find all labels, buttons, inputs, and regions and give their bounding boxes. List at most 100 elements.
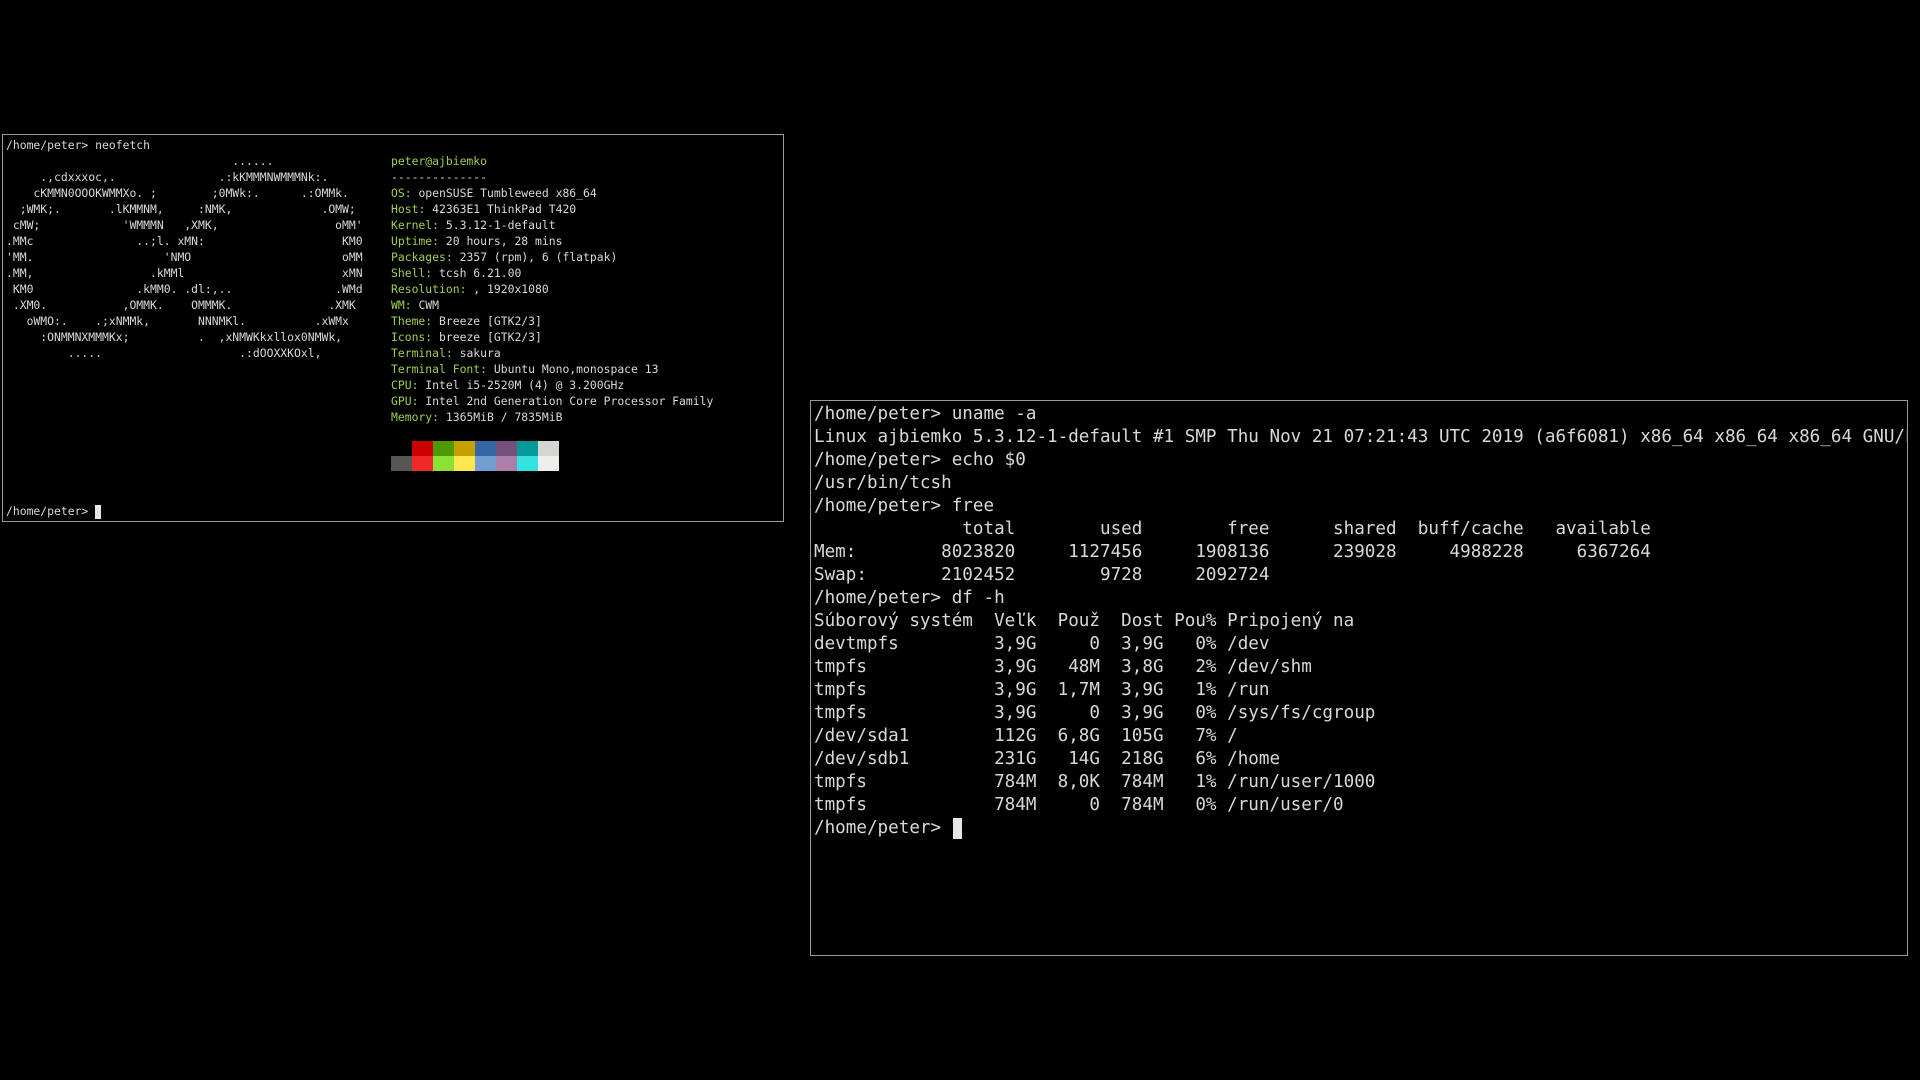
color-swatch	[433, 441, 454, 456]
info-key: Theme	[391, 314, 426, 328]
info-value: sakura	[459, 346, 501, 360]
logo-line: .MMc ..;l. xMN: KM0	[6, 234, 363, 248]
color-swatch	[391, 456, 412, 471]
info-value: Intel 2nd Generation Core Processor Fami…	[425, 394, 714, 408]
logo-line: 'MM. 'NMO oMM	[6, 250, 363, 264]
shell-terminal-window[interactable]: /home/peter> uname -a Linux ajbiemko 5.3.…	[810, 400, 1908, 956]
info-colon: :	[425, 330, 440, 344]
shell-final-prompt[interactable]: /home/peter>	[814, 817, 962, 840]
color-swatch	[517, 456, 538, 471]
info-row: CPU: Intel i5-2520M (4) @ 3.200GHz	[391, 377, 624, 393]
logo-line: :ONMMNXMMMKx; . ,xNMWKkxllox0NMWk,	[6, 330, 343, 344]
shell-line: /home/peter> uname -a	[814, 404, 1037, 424]
info-key: Shell	[391, 266, 426, 280]
info-key: Uptime	[391, 234, 433, 248]
info-row: Host: 42363E1 ThinkPad T420	[391, 201, 576, 217]
shell-line: /dev/sdb1 231G 14G 218G 6% /home	[814, 749, 1281, 769]
color-swatch	[538, 441, 559, 456]
color-swatch	[517, 441, 538, 456]
shell-line: tmpfs 784M 8,0K 784M 1% /run/user/1000	[814, 772, 1376, 792]
logo-line: ;WMK;. .lKMMNM, :NMK, .OMW;	[6, 202, 356, 216]
info-value: openSUSE Tumbleweed x86_64	[418, 186, 597, 200]
info-key: Memory	[391, 410, 433, 424]
info-value: , 1920x1080	[473, 282, 549, 296]
info-value: tcsh 6.21.00	[439, 266, 522, 280]
shell-line: /home/peter> echo $0	[814, 450, 1026, 470]
shell-line: /home/peter> free	[814, 496, 995, 516]
logo-line: .MM, .kMMl xMN	[6, 266, 363, 280]
shell-line: tmpfs 784M 0 784M 0% /run/user/0	[814, 795, 1344, 815]
info-key: OS	[391, 186, 405, 200]
color-swatch	[433, 456, 454, 471]
shell-line: tmpfs 3,9G 0 3,9G 0% /sys/fs/cgroup	[814, 703, 1376, 723]
info-row: Packages: 2357 (rpm), 6 (flatpak)	[391, 249, 617, 265]
info-row: Theme: Breeze [GTK2/3]	[391, 313, 542, 329]
info-key: Host	[391, 202, 419, 216]
info-colon: :	[411, 394, 426, 408]
logo-line: oWMO:. .;xNMMk, NNNMKl. .xWMx	[6, 314, 349, 328]
neofetch-command-line: /home/peter> neofetch	[6, 138, 151, 152]
shell-line: Súborový systém Veľk Použ Dost Pou% Prip…	[814, 611, 1355, 631]
info-key: CPU	[391, 378, 412, 392]
info-value: 2357 (rpm), 6 (flatpak)	[459, 250, 618, 264]
info-colon: :	[445, 250, 460, 264]
shell-line: /usr/bin/tcsh	[814, 473, 952, 493]
neofetch-terminal-window[interactable]: /home/peter> neofetch ...... .,cdxxxoc,.…	[2, 134, 784, 522]
info-row: Shell: tcsh 6.21.00	[391, 265, 521, 281]
info-colon: :	[404, 186, 419, 200]
info-key: Resolution	[391, 282, 460, 296]
color-palette	[391, 441, 559, 471]
color-swatch	[454, 456, 475, 471]
info-value: Ubuntu Mono,monospace 13	[493, 362, 659, 376]
info-colon: :	[432, 218, 446, 232]
shell-line: Swap: 2102452 9728 2092724	[814, 565, 1270, 585]
info-key: Terminal Font	[391, 362, 481, 376]
color-swatch	[475, 441, 496, 456]
info-row: Terminal: sakura	[391, 345, 501, 361]
color-swatch	[538, 456, 559, 471]
info-value: 1365MiB / 7835MiB	[445, 410, 563, 424]
info-value: 42363E1 ThinkPad T420	[432, 202, 577, 216]
logo-line: cKMMN0OOOKWMMXo. ; ;0MWk:. .:OMMk.	[6, 186, 349, 200]
info-colon: :	[411, 378, 426, 392]
logo-line: .XM0. ,OMMK. OMMMK. .XMK	[6, 298, 356, 312]
info-colon: :	[418, 202, 433, 216]
shell-line: total used free shared buff/cache availa…	[814, 519, 1651, 539]
info-row: Kernel: 5.3.12-1-default	[391, 217, 556, 233]
color-swatch	[496, 456, 517, 471]
info-colon: :	[445, 346, 460, 360]
shell-line: /dev/sda1 112G 6,8G 105G 7% /	[814, 726, 1238, 746]
cursor-block	[952, 817, 962, 839]
color-swatch	[496, 441, 517, 456]
info-colon: :	[480, 362, 494, 376]
shell-line: Linux ajbiemko 5.3.12-1-default #1 SMP T…	[814, 427, 1908, 447]
color-swatch	[391, 441, 412, 456]
info-colon: :	[432, 234, 446, 248]
shell-line: Mem: 8023820 1127456 1908136 239028 4988…	[814, 542, 1651, 562]
shell-line: /home/peter> df -h	[814, 588, 1005, 608]
info-colon: :	[404, 298, 419, 312]
info-row: Memory: 1365MiB / 7835MiB	[391, 409, 562, 425]
color-swatch	[475, 456, 496, 471]
color-swatch	[412, 456, 433, 471]
logo-line: KM0 .kMM0. .dl:,.. .WMd	[6, 282, 363, 296]
info-colon: :	[459, 282, 474, 296]
info-row: OS: openSUSE Tumbleweed x86_64	[391, 185, 597, 201]
info-value: CWM	[418, 298, 440, 312]
info-colon: :	[425, 314, 440, 328]
color-swatch	[412, 441, 433, 456]
user-host: peter@ajbiemko	[391, 154, 488, 168]
info-colon: :	[432, 410, 446, 424]
logo-line: ..... .:dOOXXKOxl,	[6, 346, 322, 360]
shell-line: tmpfs 3,9G 1,7M 3,9G 1% /run	[814, 680, 1270, 700]
info-row: WM: CWM	[391, 297, 439, 313]
info-row: Resolution: , 1920x1080	[391, 281, 549, 297]
neofetch-final-prompt[interactable]: /home/peter>	[6, 503, 102, 519]
info-key: Kernel	[391, 218, 433, 232]
info-value: Intel i5-2520M (4) @ 3.200GHz	[425, 378, 625, 392]
logo-line: cMW; 'WMMMN ,XMK, oMM'	[6, 218, 363, 232]
separator: --------------	[391, 170, 488, 184]
color-swatch	[454, 441, 475, 456]
info-key: GPU	[391, 394, 412, 408]
info-key: Packages	[391, 250, 446, 264]
